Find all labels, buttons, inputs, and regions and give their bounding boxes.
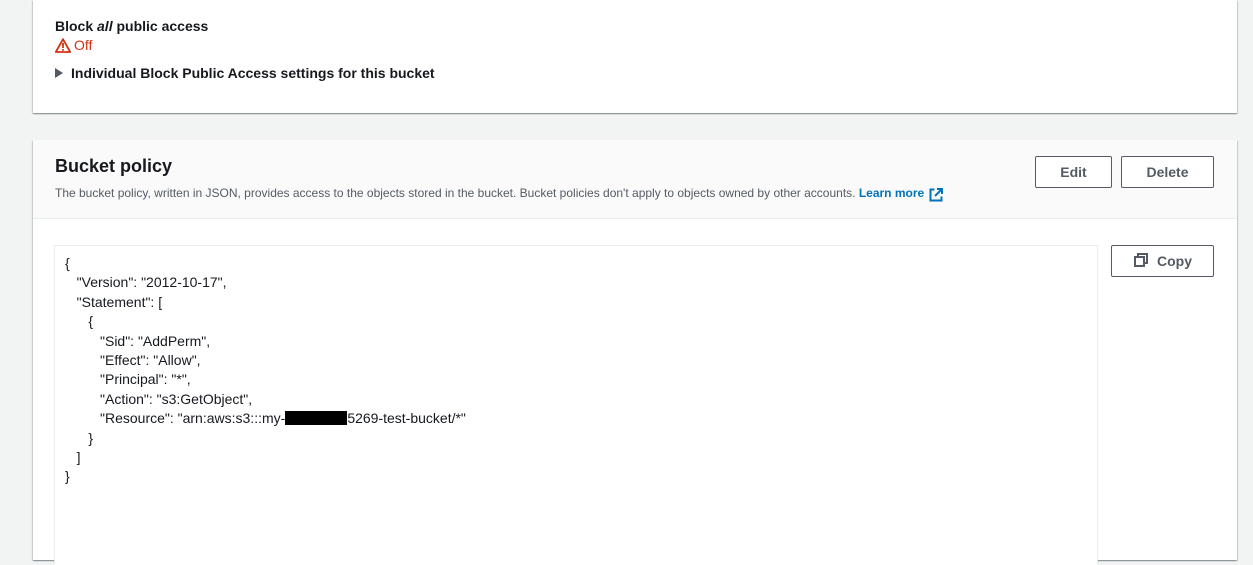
copy-label: Copy bbox=[1157, 253, 1192, 269]
individual-bpa-settings-expander[interactable]: Individual Block Public Access settings … bbox=[55, 64, 435, 82]
warning-triangle-icon bbox=[55, 37, 71, 53]
bucket-policy-title: Bucket policy bbox=[55, 156, 173, 176]
caret-right-icon bbox=[55, 68, 63, 78]
block-public-access-label: Block all public access bbox=[55, 17, 208, 35]
description-text: The bucket policy, written in JSON, prov… bbox=[55, 186, 859, 200]
learn-more-text: Learn more bbox=[858, 186, 925, 200]
policy-code-before-redaction: { "Version": "2012-10-17", "Statement": … bbox=[65, 255, 286, 427]
policy-json-viewer: { "Version": "2012-10-17", "Statement": … bbox=[54, 245, 1098, 565]
bucket-policy-description: The bucket policy, written in JSON, prov… bbox=[55, 185, 944, 207]
bpa-label-prefix: Block bbox=[55, 18, 98, 34]
delete-button[interactable]: Delete bbox=[1121, 156, 1214, 188]
learn-more-link[interactable]: Learn more bbox=[858, 186, 944, 202]
edit-button[interactable]: Edit bbox=[1035, 156, 1112, 188]
bucket-policy-header: Bucket policy The bucket policy, written… bbox=[33, 140, 1237, 219]
status-text: Off bbox=[74, 37, 93, 53]
copy-button[interactable]: Copy bbox=[1111, 245, 1214, 277]
policy-json-code: { "Version": "2012-10-17", "Statement": … bbox=[65, 254, 1087, 487]
block-public-access-status: Off bbox=[55, 36, 92, 54]
external-link-icon bbox=[928, 187, 944, 207]
bpa-label-emphasis: all bbox=[97, 18, 113, 34]
copy-icon bbox=[1133, 252, 1149, 271]
redaction-block bbox=[285, 411, 348, 426]
bucket-policy-panel: Bucket policy The bucket policy, written… bbox=[33, 140, 1237, 565]
bpa-label-suffix: public access bbox=[112, 18, 209, 34]
block-public-access-panel: Block all public access Off Individual B… bbox=[33, 0, 1237, 113]
expander-label: Individual Block Public Access settings … bbox=[71, 65, 435, 81]
